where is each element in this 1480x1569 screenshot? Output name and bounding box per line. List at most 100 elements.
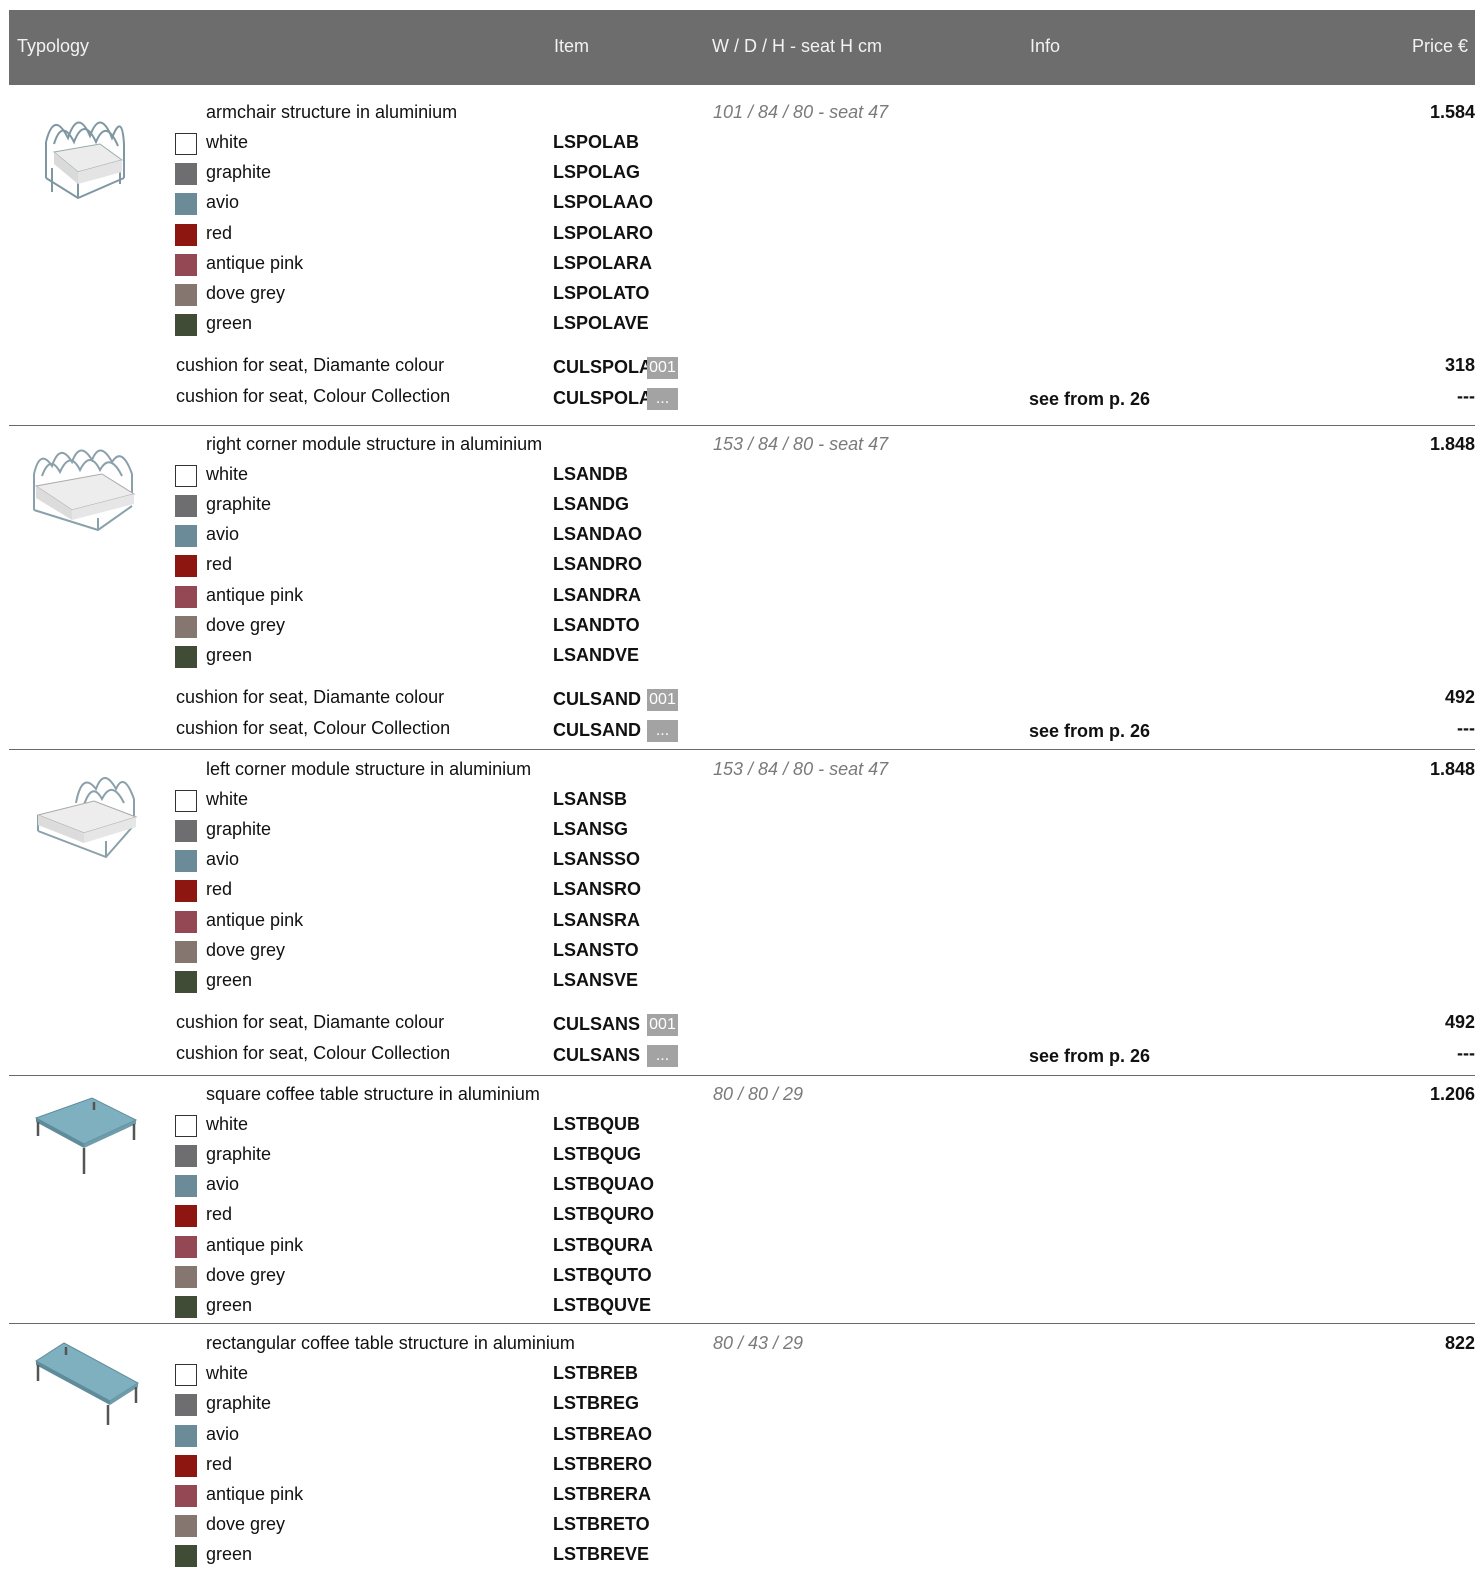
- color-name: green: [206, 645, 253, 665]
- cushion-colour-tag: 001: [647, 357, 678, 379]
- item-code: LSANSRA: [553, 910, 641, 930]
- color-swatch-red: [175, 1455, 197, 1477]
- color-name: avio: [206, 849, 240, 869]
- variant-row: green LSTBQUVE: [0, 1295, 1480, 1319]
- product-dimensions: 101 / 84 / 80 - seat 47: [713, 102, 889, 122]
- cushion-price: ---: [1457, 386, 1475, 406]
- variant-row: dove grey LSTBQUTO: [0, 1265, 1480, 1289]
- color-name: graphite: [206, 1393, 272, 1413]
- color-swatch-antique-pink: [175, 911, 197, 933]
- color-swatch-graphite: [175, 1394, 197, 1416]
- variant-row: red LSANDRO: [0, 554, 1480, 578]
- item-code: LSANSSO: [553, 849, 641, 869]
- table-header: Typology Item W / D / H - seat H cm Info…: [9, 10, 1475, 85]
- color-swatch-dove-grey: [175, 284, 197, 306]
- product-title: left corner module structure in aluminiu…: [206, 759, 532, 779]
- variant-row: red LSANSRO: [0, 879, 1480, 903]
- item-code: LSPOLATO: [553, 283, 650, 303]
- color-swatch-white: [175, 133, 197, 155]
- color-swatch-green: [175, 314, 197, 336]
- cushion-info: see from p. 26: [1029, 1046, 1151, 1066]
- variant-row: avio LSTBQUAO: [0, 1174, 1480, 1198]
- cushion-code: CULSAND: [553, 720, 641, 740]
- color-name: green: [206, 1544, 253, 1564]
- item-code: LSPOLAG: [553, 162, 641, 182]
- color-swatch-graphite: [175, 1145, 197, 1167]
- color-swatch-graphite: [175, 495, 197, 517]
- item-code: LSANDRA: [553, 585, 641, 605]
- color-name: white: [206, 464, 249, 484]
- variant-row: white LSTBREB: [0, 1363, 1480, 1387]
- cushion-info: see from p. 26: [1029, 721, 1151, 741]
- color-name: dove grey: [206, 283, 286, 303]
- cushion-price: ---: [1457, 718, 1475, 738]
- header-info: Info: [1030, 36, 1061, 56]
- color-swatch-dove-grey: [175, 941, 197, 963]
- color-swatch-dove-grey: [175, 1515, 197, 1537]
- color-name: avio: [206, 524, 240, 544]
- color-swatch-green: [175, 1545, 197, 1567]
- cushion-price: 318: [1444, 355, 1475, 375]
- color-name: red: [206, 1204, 233, 1224]
- cushion-row: cushion for seat, Diamante colour CULSAND…: [0, 687, 1480, 713]
- color-swatch-red: [175, 555, 197, 577]
- color-swatch-avio: [175, 1425, 197, 1447]
- color-name: antique pink: [206, 1235, 304, 1255]
- color-name: white: [206, 1114, 249, 1134]
- variant-row: dove grey LSPOLATO: [0, 283, 1480, 307]
- item-code: LSANDVE: [553, 645, 640, 665]
- color-name: dove grey: [206, 1265, 286, 1285]
- variant-row: avio LSANSSO: [0, 849, 1480, 873]
- color-name: antique pink: [206, 585, 304, 605]
- color-name: graphite: [206, 1144, 272, 1164]
- variant-row: green LSPOLAVE: [0, 313, 1480, 337]
- cushion-code: CULSANS: [553, 1014, 641, 1034]
- variant-row: dove grey LSTBRETO: [0, 1514, 1480, 1538]
- cushion-description: cushion for seat, Colour Collection: [176, 386, 451, 406]
- cushion-code: CULSANS: [553, 1045, 641, 1065]
- cushion-row: cushion for seat, Colour Collection CULSA…: [0, 718, 1480, 744]
- variant-row: white LSANDB: [0, 464, 1480, 488]
- color-swatch-green: [175, 646, 197, 668]
- color-swatch-white: [175, 465, 197, 487]
- color-name: white: [206, 132, 249, 152]
- cushion-row: cushion for seat, Colour Collection CULSA…: [0, 1043, 1480, 1069]
- cushion-code: CULSAND: [553, 689, 641, 709]
- cushion-description: cushion for seat, Colour Collection: [176, 718, 451, 738]
- color-swatch-avio: [175, 193, 197, 215]
- item-code: LSANSB: [553, 789, 628, 809]
- product-dimensions: 153 / 84 / 80 - seat 47: [713, 434, 889, 454]
- product-price: 1.584: [1429, 102, 1475, 122]
- cushion-colour-tag: ...: [647, 1045, 678, 1067]
- variant-row: antique pink LSANSRA: [0, 910, 1480, 934]
- product-title: rectangular coffee table structure in al…: [206, 1333, 575, 1353]
- color-swatch-antique-pink: [175, 1236, 197, 1258]
- product-dimensions: 80 / 80 / 29: [713, 1084, 804, 1104]
- header-typology: Typology: [17, 36, 90, 56]
- color-name: graphite: [206, 162, 272, 182]
- cushion-description: cushion for seat, Diamante colour: [176, 1012, 445, 1032]
- item-code: LSTBREB: [553, 1363, 638, 1383]
- cushion-row: cushion for seat, Diamante colour CULSANS…: [0, 1012, 1480, 1038]
- variant-row: green LSTBREVE: [0, 1544, 1480, 1568]
- color-name: antique pink: [206, 253, 304, 273]
- item-code: LSPOLARA: [553, 253, 652, 273]
- color-name: red: [206, 223, 233, 243]
- color-swatch-green: [175, 1296, 197, 1318]
- cushion-description: cushion for seat, Diamante colour: [176, 355, 445, 375]
- header-item: Item: [554, 36, 590, 56]
- product-title: square coffee table structure in alumini…: [206, 1084, 540, 1104]
- color-name: avio: [206, 1424, 240, 1444]
- color-swatch-avio: [175, 850, 197, 872]
- cushion-price: ---: [1457, 1043, 1475, 1063]
- item-code: LSTBQUB: [553, 1114, 640, 1134]
- variant-row: green LSANDVE: [0, 645, 1480, 669]
- variant-row: avio LSPOLAAO: [0, 192, 1480, 216]
- variant-row: graphite LSPOLAG: [0, 162, 1480, 186]
- color-swatch-antique-pink: [175, 1485, 197, 1507]
- item-code: LSTBRERO: [553, 1454, 652, 1474]
- variant-row: red LSTBQURO: [0, 1204, 1480, 1228]
- color-swatch-red: [175, 880, 197, 902]
- cushion-description: cushion for seat, Colour Collection: [176, 1043, 451, 1063]
- color-swatch-red: [175, 1205, 197, 1227]
